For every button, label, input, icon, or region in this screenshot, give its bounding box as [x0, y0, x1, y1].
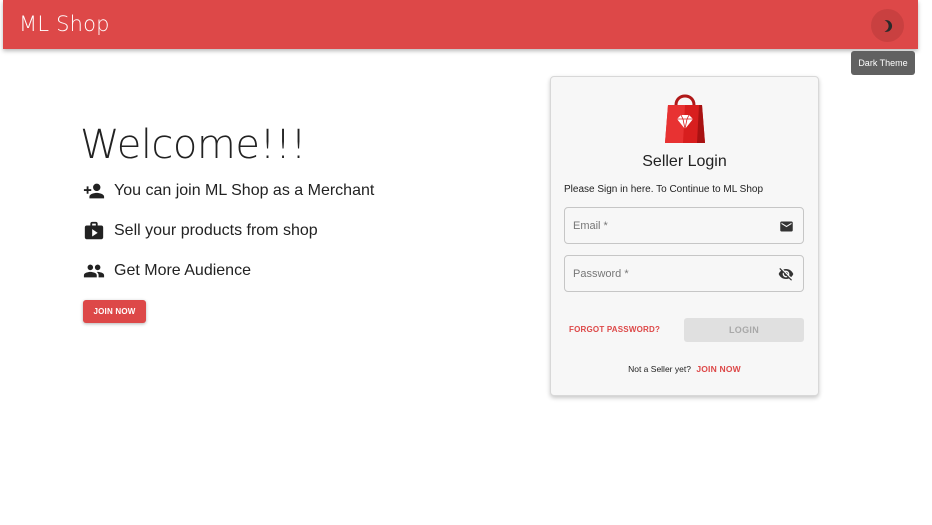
- shopping-bag-logo: [661, 89, 709, 147]
- email-field: [564, 207, 804, 244]
- feature-text: Get More Audience: [114, 262, 251, 279]
- feature-item-merchant: You can join ML Shop as a Merchant: [83, 180, 374, 202]
- mail-icon: [778, 218, 794, 234]
- moon-icon: [884, 19, 892, 32]
- people-icon: [83, 260, 105, 282]
- feature-item-sell: Sell your products from shop: [83, 220, 318, 242]
- join-now-button[interactable]: JOIN NOW: [83, 300, 146, 323]
- signup-prompt: Not a Seller yet? JOIN NOW: [551, 364, 818, 374]
- join-now-link[interactable]: JOIN NOW: [696, 364, 741, 374]
- app-bar: ML Shop: [3, 0, 918, 49]
- email-input[interactable]: [573, 208, 768, 243]
- theme-tooltip: Dark Theme: [851, 51, 915, 75]
- feature-text: You can join ML Shop as a Merchant: [114, 182, 375, 199]
- login-title: Seller Login: [642, 153, 727, 170]
- feature-text: Sell your products from shop: [114, 222, 318, 239]
- forgot-password-link[interactable]: FORGOT PASSWORD?: [569, 325, 660, 334]
- theme-toggle-button[interactable]: [871, 9, 904, 42]
- business-center-icon: [83, 220, 105, 242]
- person-add-icon: [83, 180, 105, 202]
- visibility-off-icon[interactable]: [778, 266, 794, 282]
- not-seller-text: Not a Seller yet?: [628, 364, 691, 374]
- welcome-heading: Welcome!!!: [80, 122, 307, 168]
- feature-item-audience: Get More Audience: [83, 260, 251, 282]
- seller-login-card: Seller Login Please Sign in here. To Con…: [550, 76, 819, 396]
- login-subtitle: Please Sign in here. To Continue to ML S…: [564, 184, 764, 195]
- password-field: [564, 255, 804, 292]
- password-input[interactable]: [573, 256, 768, 291]
- app-title[interactable]: ML Shop: [19, 12, 110, 36]
- login-button[interactable]: LOGIN: [684, 318, 804, 342]
